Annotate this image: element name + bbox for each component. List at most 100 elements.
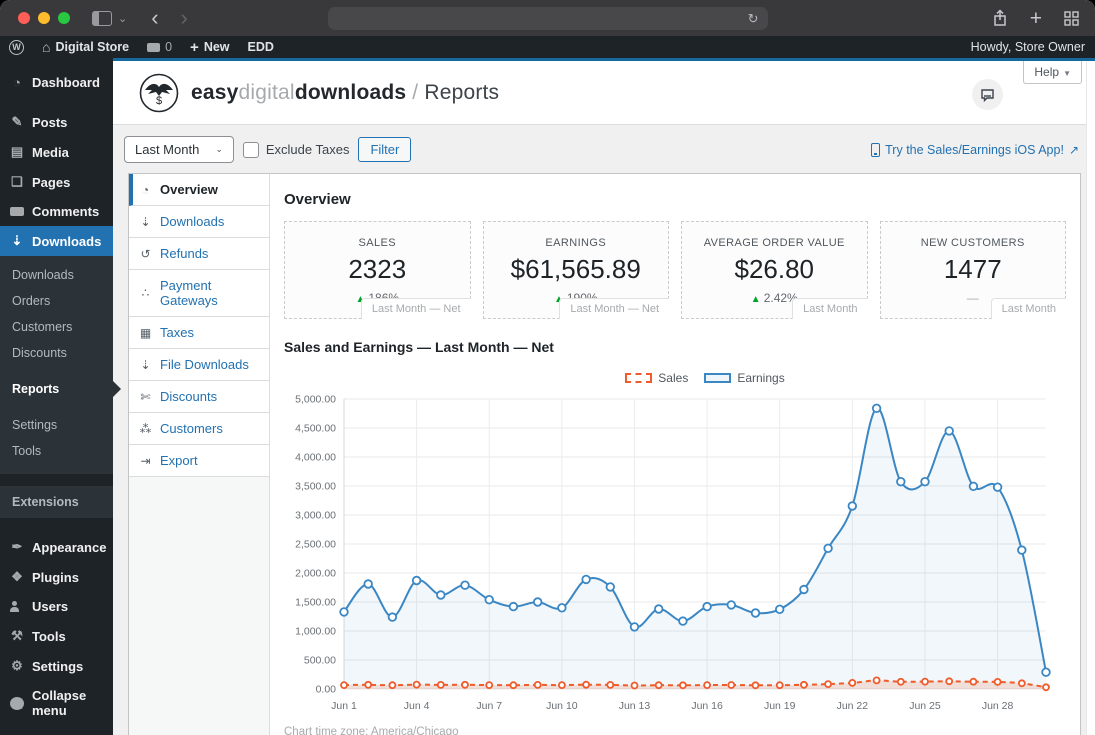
sidebar-item-pages[interactable]: ❏ Pages	[0, 167, 113, 197]
report-tab-downloads[interactable]: ⇣ Downloads	[129, 206, 269, 238]
chart-section: Sales and Earnings — Last Month — Net Sa…	[284, 339, 1066, 735]
plus-icon: +	[190, 38, 199, 56]
phone-icon	[871, 142, 881, 157]
tile-value: $26.80	[734, 254, 815, 284]
submenu-item-discounts[interactable]: Discounts	[0, 340, 113, 366]
report-tab-payment-gateways[interactable]: ∴ Payment Gateways	[129, 270, 269, 317]
submenu-item-reports[interactable]: Reports	[0, 376, 113, 402]
report-tab-customers[interactable]: ⁂ Customers	[129, 413, 269, 445]
browser-sidebar-toggle-icon[interactable]	[92, 10, 112, 26]
svg-text:Jun 13: Jun 13	[619, 700, 651, 712]
svg-text:5,000.00: 5,000.00	[295, 394, 336, 406]
sidebar-item-plugins[interactable]: ❖ Plugins	[0, 562, 113, 592]
date-range-select[interactable]: Last Month ⌄	[124, 136, 234, 163]
tile-range-badge: Last Month	[990, 298, 1066, 319]
svg-text:4,500.00: 4,500.00	[295, 423, 336, 435]
sidebar-item-label: Media	[32, 144, 69, 160]
scrollbar[interactable]	[1086, 61, 1095, 735]
submenu-item-orders[interactable]: Orders	[0, 288, 113, 314]
svg-text:Jun 7: Jun 7	[476, 700, 502, 712]
admin-content: $ easydigitaldownloads / Reports Help ▼ Las…	[113, 58, 1095, 735]
ios-app-link[interactable]: Try the Sales/Earnings iOS App! ↗	[871, 142, 1079, 157]
site-menu[interactable]: ⌂ Digital Store	[33, 36, 138, 58]
tab-label: Discounts	[160, 389, 218, 404]
forward-button[interactable]: ›	[181, 7, 188, 29]
sidebar-item-posts[interactable]: ✎ Posts	[0, 107, 113, 137]
new-tab-button[interactable]: +	[1030, 8, 1042, 29]
sidebar-item-users[interactable]: Users	[0, 592, 113, 621]
comments-menu[interactable]: 0	[138, 36, 181, 58]
report-tab-refunds[interactable]: ↺ Refunds	[129, 238, 269, 270]
back-button[interactable]: ‹	[151, 7, 158, 29]
minimize-window-button[interactable]	[38, 12, 50, 24]
report-tab-export[interactable]: ⇥ Export	[129, 445, 269, 477]
svg-text:Jun 19: Jun 19	[764, 700, 796, 712]
chat-icon	[981, 88, 994, 102]
tile-label: EARNINGS	[545, 237, 607, 249]
caret-down-icon: ▼	[1063, 69, 1071, 78]
home-icon: ⌂	[42, 39, 51, 55]
sidebar-item-label: Settings	[32, 658, 84, 674]
overview-heading: Overview	[284, 191, 351, 208]
tab-overview-icon[interactable]	[1064, 10, 1079, 26]
legend-item-sales[interactable]: Sales	[625, 371, 688, 385]
exclude-taxes-checkbox[interactable]	[242, 141, 259, 158]
sidebar-item-settings[interactable]: ⚙ Settings	[0, 651, 113, 681]
feedback-chat-button[interactable]	[972, 79, 1003, 110]
sidebar-item-dashboard[interactable]: ◔ Dashboard	[0, 68, 113, 97]
report-tab-discounts[interactable]: ✄ Discounts	[129, 381, 269, 413]
trend-up-icon: ▲	[750, 294, 761, 305]
new-content-menu[interactable]: + New	[181, 36, 238, 58]
reports-panel: ◔ Overview ⇣ Downloads ↺ Refunds ∴ Payment Gate…	[128, 173, 1081, 735]
filter-button[interactable]: Filter	[358, 137, 412, 162]
chevron-down-icon: ⌄	[215, 144, 223, 154]
sidebar-item-label: Comments	[32, 204, 100, 219]
user-icon	[10, 600, 24, 612]
submenu-item-tools[interactable]: Tools	[0, 438, 113, 464]
svg-text:2,000.00: 2,000.00	[295, 568, 336, 580]
breadcrumb-separator: /	[412, 80, 419, 104]
reload-icon[interactable]: ↻	[748, 11, 759, 27]
wp-logo-menu[interactable]: W	[0, 36, 33, 58]
submenu-item-settings[interactable]: Settings	[0, 412, 113, 438]
groups-icon: ⁂	[139, 421, 152, 436]
comment-bubble-icon	[147, 42, 161, 52]
stat-tile-average-order-value: AVERAGE ORDER VALUE $26.80 ▲ 2.42% Last Mont…	[681, 221, 868, 319]
edd-admin-menu[interactable]: EDD	[239, 36, 283, 58]
svg-text:Jun 25: Jun 25	[909, 700, 941, 712]
zoom-window-button[interactable]	[58, 12, 70, 24]
browser-titlebar: ⌄ ‹ › ↻ +	[0, 0, 1095, 36]
report-tab-taxes[interactable]: ▦ Taxes	[129, 317, 269, 349]
sidebar-item-collapse-menu[interactable]: ◀ Collapse menu	[0, 681, 113, 725]
sidebar-item-label: Plugins	[32, 569, 79, 585]
report-tab-file-downloads[interactable]: ⇣ File Downloads	[129, 349, 269, 381]
sidebar-item-media[interactable]: ▤ Media	[0, 137, 113, 167]
wp-admin-sidebar: ◔ Dashboard ✎ Posts ▤ Media ❏ Pages Comments ⇣ Dow…	[0, 58, 113, 735]
posts-icon: ✎	[11, 114, 23, 129]
stat-tiles: SALES2323▲186%Last Month — NetEARNINGS$6…	[284, 221, 1066, 319]
legend-item-earnings[interactable]: Earnings	[704, 371, 785, 385]
svg-text:Jun 16: Jun 16	[691, 700, 723, 712]
sidebar-item-appearance[interactable]: ✒ Appearance	[0, 532, 113, 562]
downloads-icon: ⇣	[11, 233, 23, 248]
chevron-down-icon[interactable]: ⌄	[118, 12, 127, 25]
chart-timezone-note: Chart time zone: America/Chicago	[284, 726, 459, 735]
share-icon[interactable]	[992, 9, 1008, 27]
submenu-item-downloads[interactable]: Downloads	[0, 262, 113, 288]
sidebar-item-extensions[interactable]: Extensions	[0, 486, 113, 518]
help-dropdown-button[interactable]: Help ▼	[1023, 61, 1082, 84]
sidebar-item-tools[interactable]: ⚒ Tools	[0, 621, 113, 651]
close-window-button[interactable]	[18, 12, 30, 24]
sidebar-item-downloads[interactable]: ⇣ Downloads	[0, 226, 113, 256]
legend-swatch	[704, 373, 732, 383]
sidebar-item-comments[interactable]: Comments	[0, 197, 113, 226]
report-tab-overview[interactable]: ◔ Overview	[129, 174, 269, 206]
sidebar-item-label: Posts	[32, 114, 68, 130]
address-bar[interactable]: ↻	[327, 7, 768, 30]
sales-earnings-chart[interactable]: 0.00 500.00 1,000.00 1,500.00 2,000.00 2,500.…	[284, 387, 1066, 722]
edd-header: $ easydigitaldownloads / Reports Help ▼	[113, 61, 1095, 125]
howdy-account-menu[interactable]: Howdy, Store Owner	[971, 40, 1095, 54]
submenu-item-customers[interactable]: Customers	[0, 314, 113, 340]
tile-value: 1477	[943, 254, 1002, 284]
new-label: New	[203, 40, 230, 54]
